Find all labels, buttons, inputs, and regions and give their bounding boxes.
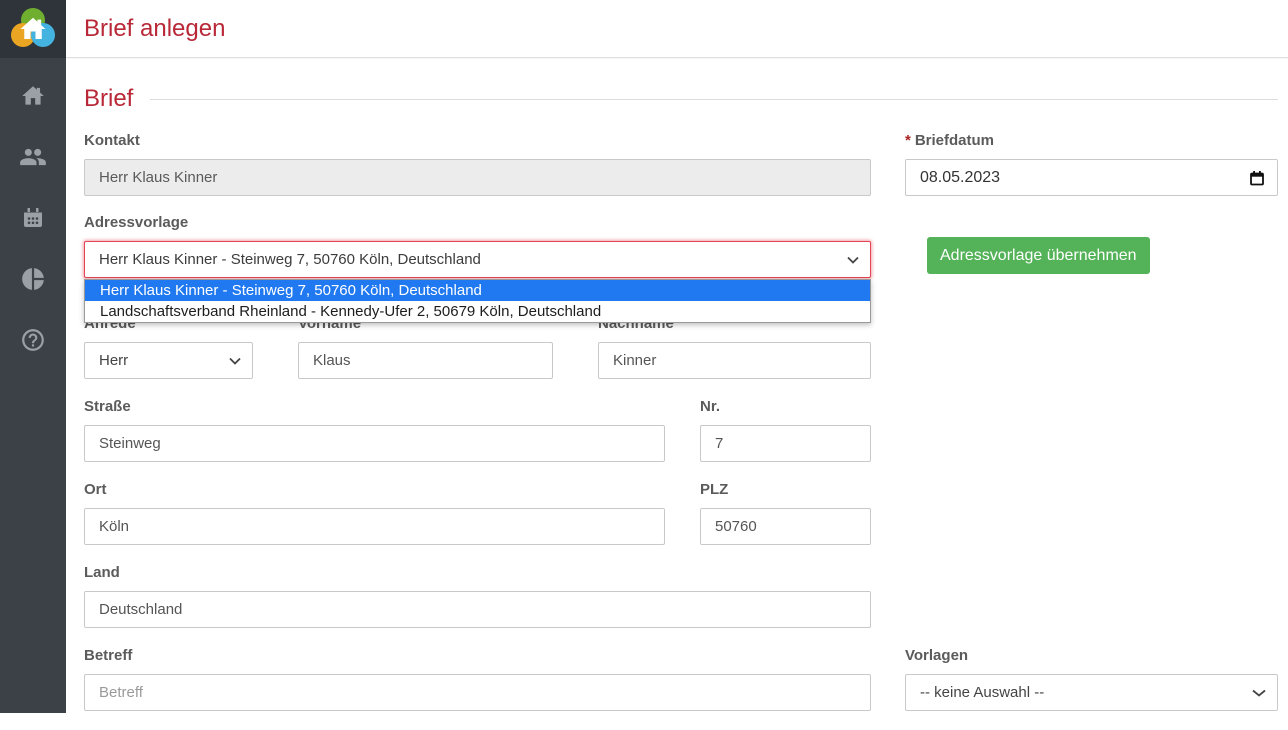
vorlagen-selected-value: -- keine Auswahl -- [920, 684, 1044, 701]
plz-label: PLZ [700, 482, 871, 498]
adressvorlage-uebernehmen-button[interactable]: Adressvorlage übernehmen [927, 237, 1150, 274]
briefdatum-label: *Briefdatum [905, 133, 1278, 149]
nr-input[interactable] [700, 425, 871, 462]
nachname-field: Nachname [598, 316, 871, 379]
anrede-select[interactable]: Herr [84, 342, 253, 379]
nachname-input[interactable] [598, 342, 871, 379]
strasse-label: Straße [84, 399, 665, 415]
briefdatum-value: 08.05.2023 [920, 169, 1000, 187]
page-title: Brief anlegen [84, 15, 225, 43]
chevron-down-icon [228, 356, 242, 366]
adressvorlage-option[interactable]: Herr Klaus Kinner - Steinweg 7, 50760 Kö… [85, 280, 870, 301]
street-row: Straße Nr. [84, 399, 871, 462]
betreff-label: Betreff [84, 648, 871, 664]
plz-input[interactable] [700, 508, 871, 545]
section-divider [150, 99, 1278, 100]
app-logo[interactable] [0, 0, 66, 58]
sidebar-item-calendar[interactable] [19, 204, 47, 232]
land-input[interactable] [84, 591, 871, 628]
adressvorlage-field: Adressvorlage Herr Klaus Kinner - Steinw… [84, 215, 871, 278]
betreff-field: Betreff [84, 648, 871, 711]
section-title: Brief [84, 85, 133, 113]
briefdatum-input[interactable]: 08.05.2023 [905, 159, 1278, 196]
brief-form: Kontakt Adressvorlage Herr Klaus Kinner … [84, 133, 1278, 730]
vorname-field: Vorname [298, 316, 553, 379]
strasse-field: Straße [84, 399, 665, 462]
ort-field: Ort [84, 482, 665, 545]
sidebar-item-help[interactable] [19, 326, 47, 354]
name-row: Anrede Herr Vorname Nachname [84, 316, 871, 379]
strasse-input[interactable] [84, 425, 665, 462]
adressvorlage-dropdown: Herr Klaus Kinner - Steinweg 7, 50760 Kö… [84, 279, 871, 323]
betreff-input[interactable] [84, 674, 871, 711]
vorname-input[interactable] [298, 342, 553, 379]
vorlagen-label: Vorlagen [905, 648, 1278, 664]
sidebar-item-contacts[interactable] [19, 143, 47, 171]
kontakt-label: Kontakt [84, 133, 871, 149]
section-header: Brief [84, 85, 1278, 113]
ort-label: Ort [84, 482, 665, 498]
adressvorlage-option[interactable]: Landschaftsverband Rheinland - Kennedy-U… [85, 301, 870, 322]
required-marker: * [905, 132, 911, 149]
contacts-icon [19, 143, 47, 171]
calendar-icon [21, 206, 45, 230]
briefdatum-field: *Briefdatum 08.05.2023 [905, 133, 1278, 196]
anrede-field: Anrede Herr [84, 316, 253, 379]
chevron-down-icon [846, 255, 860, 265]
chevron-down-icon [1251, 688, 1267, 698]
home-icon [20, 83, 46, 109]
kontakt-input[interactable] [84, 159, 871, 196]
adressvorlage-selected-value: Herr Klaus Kinner - Steinweg 7, 50760 Kö… [99, 251, 481, 268]
adressvorlage-label: Adressvorlage [84, 215, 871, 231]
main-content: Brief Kontakt Adressvorlage Herr Klaus K… [66, 59, 1288, 722]
calendar-picker-icon[interactable] [1249, 170, 1265, 186]
sidebar-item-home[interactable] [19, 82, 47, 110]
page-header: Brief anlegen [66, 0, 1288, 58]
sidebar [0, 0, 66, 713]
land-field: Land [84, 565, 871, 628]
adressvorlage-select[interactable]: Herr Klaus Kinner - Steinweg 7, 50760 Kö… [84, 241, 871, 278]
plz-field: PLZ [700, 482, 871, 545]
nr-label: Nr. [700, 399, 871, 415]
kontakt-field: Kontakt [84, 133, 871, 196]
help-icon [20, 327, 46, 353]
vorlagen-field: Vorlagen -- keine Auswahl -- [905, 648, 1278, 711]
city-row: Ort PLZ [84, 482, 871, 545]
sidebar-item-statistics[interactable] [19, 265, 47, 293]
land-label: Land [84, 565, 871, 581]
statistics-pie-icon [20, 266, 46, 292]
vorlagen-select[interactable]: -- keine Auswahl -- [905, 674, 1278, 711]
logo-house-icon [18, 14, 48, 44]
anrede-selected-value: Herr [99, 352, 128, 369]
ort-input[interactable] [84, 508, 665, 545]
nr-field: Nr. [700, 399, 871, 462]
